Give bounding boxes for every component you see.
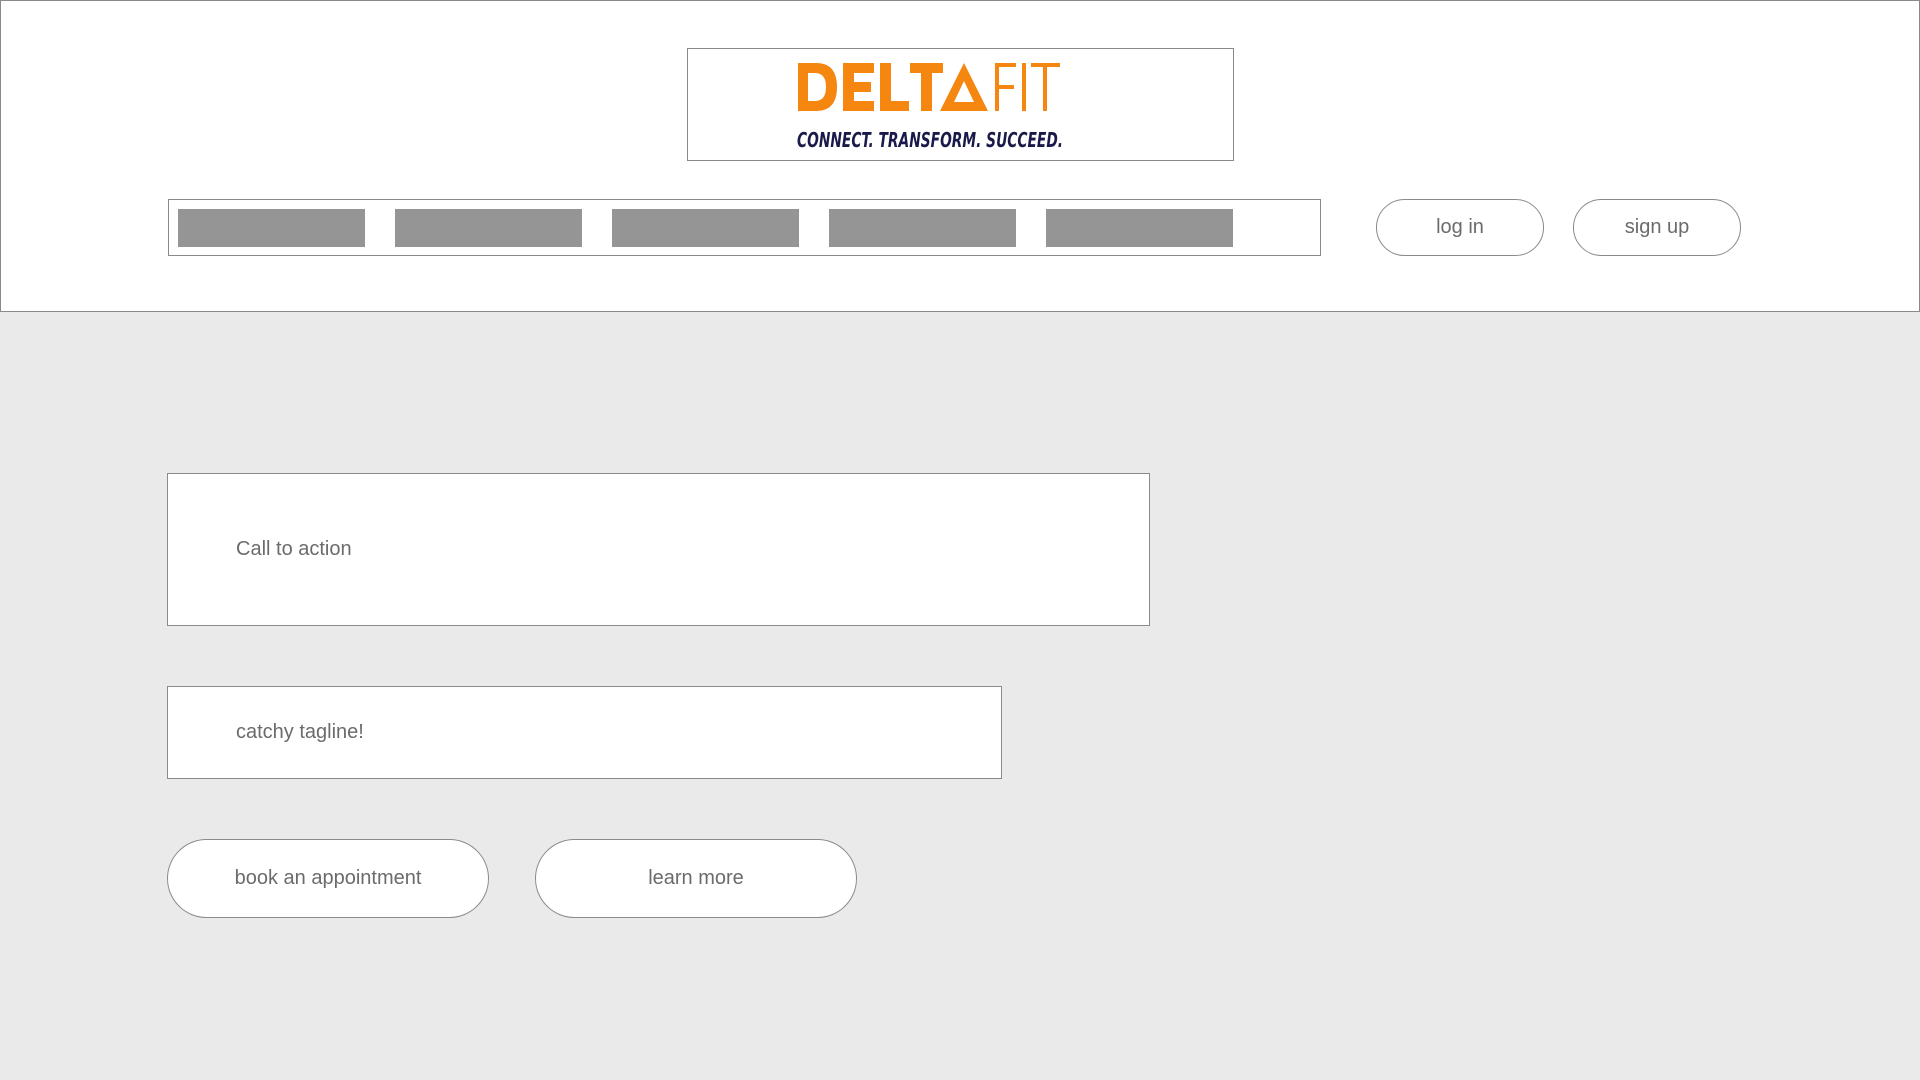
nav-item-3[interactable] [612, 209, 799, 247]
nav-item-2[interactable] [395, 209, 582, 247]
deltafit-logo-icon: CONNECT. TRANSFORM. SUCCEED. [797, 63, 1063, 152]
call-to-action-box: Call to action [167, 473, 1150, 626]
tagline-text: catchy tagline! [236, 721, 364, 743]
signup-button[interactable]: sign up [1573, 199, 1741, 256]
learn-more-button[interactable]: learn more [535, 839, 857, 918]
book-appointment-button[interactable]: book an appointment [167, 839, 489, 918]
tagline-box: catchy tagline! [167, 686, 1002, 779]
logo[interactable]: CONNECT. TRANSFORM. SUCCEED. [687, 48, 1234, 161]
nav-item-1[interactable] [178, 209, 365, 247]
nav-item-5[interactable] [1046, 209, 1233, 247]
login-button[interactable]: log in [1376, 199, 1544, 256]
logo-slogan: CONNECT. TRANSFORM. SUCCEED. [797, 128, 1063, 152]
nav-item-4[interactable] [829, 209, 1016, 247]
call-to-action-text: Call to action [236, 538, 352, 560]
main-navigation [168, 199, 1321, 256]
site-header: CONNECT. TRANSFORM. SUCCEED. log in sign… [0, 0, 1920, 312]
